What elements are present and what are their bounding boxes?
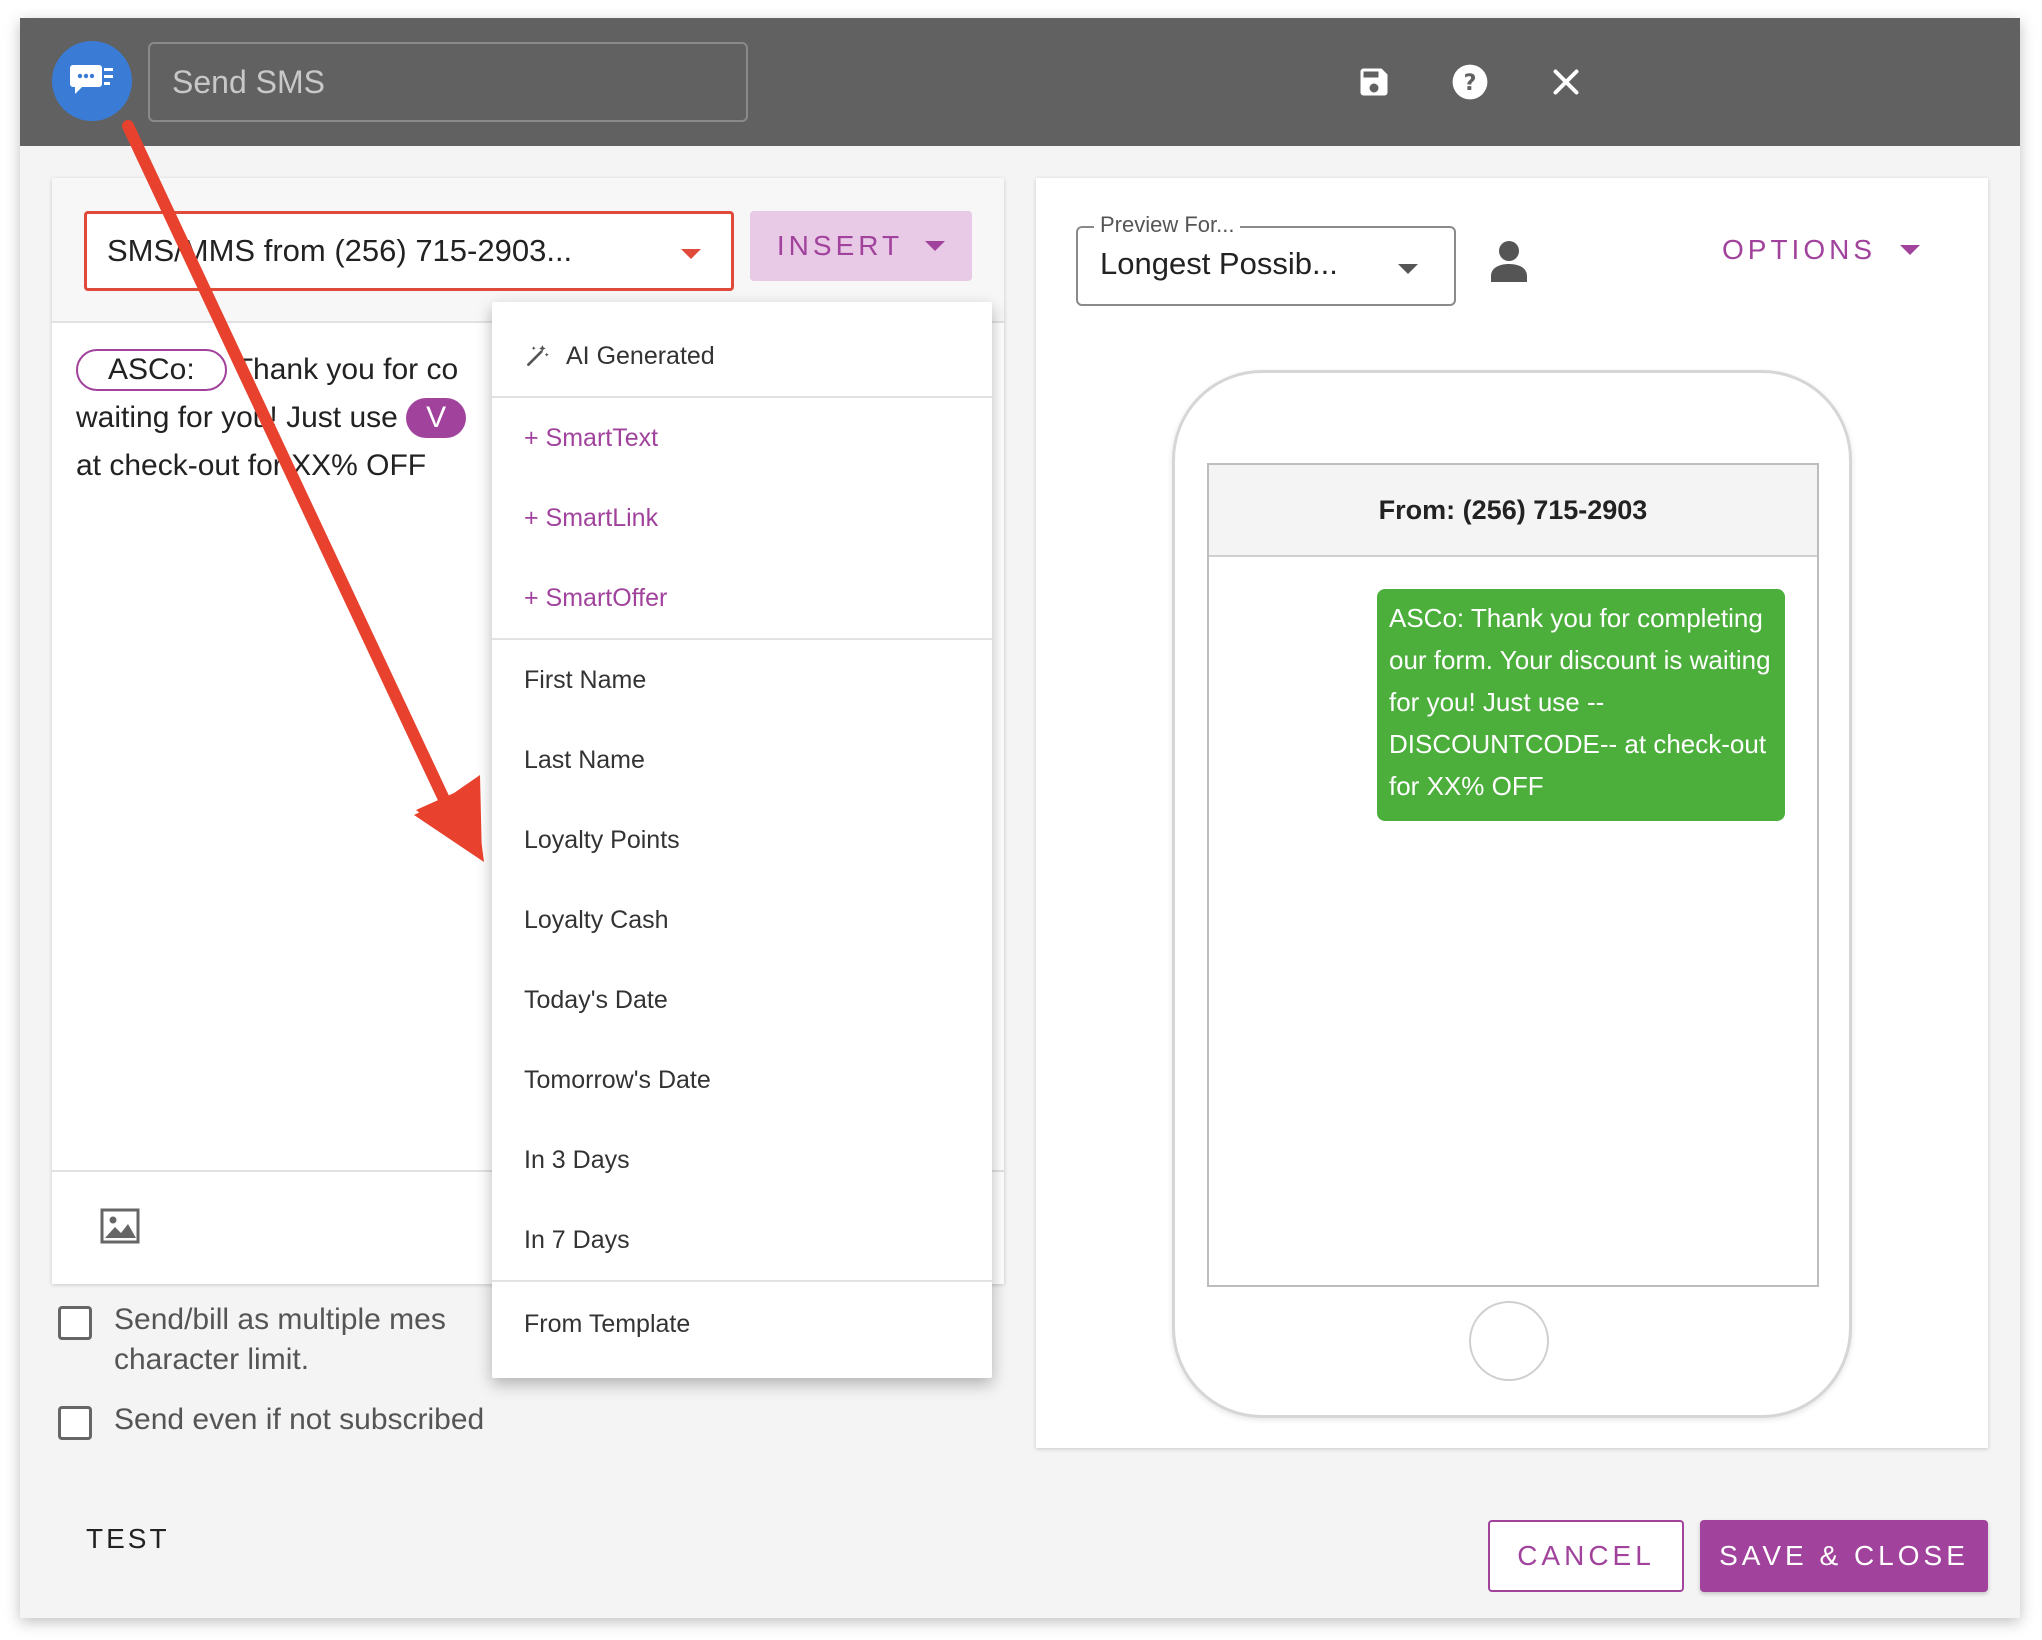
options-button[interactable]: OPTIONS — [1722, 230, 1921, 270]
svg-text:?: ? — [1464, 70, 1477, 96]
menu-divider — [492, 1280, 992, 1282]
menu-item-smarttext[interactable]: + SmartText — [492, 398, 992, 478]
save-icon[interactable] — [1342, 50, 1406, 114]
smarttext-chip[interactable]: ASCo: — [76, 349, 227, 391]
close-icon[interactable] — [1534, 50, 1598, 114]
menu-item-todays-date[interactable]: Today's Date — [492, 960, 992, 1040]
phone-preview: From: (256) 715-2903 ASCo: Thank you for… — [1172, 370, 1852, 1418]
not-subscribed-option[interactable]: Send even if not subscribed — [58, 1400, 484, 1440]
menu-item-in-7-days[interactable]: In 7 Days — [492, 1200, 992, 1280]
options-label: OPTIONS — [1722, 234, 1877, 265]
test-button[interactable]: TEST — [86, 1523, 170, 1555]
save-close-button[interactable]: SAVE & CLOSE — [1700, 1520, 1988, 1592]
chevron-down-icon — [925, 241, 946, 251]
menu-item-smartlink[interactable]: + SmartLink — [492, 478, 992, 558]
sender-select-value: SMS/MMS from (256) 715-2903... — [107, 233, 573, 268]
menu-item-label: AI Generated — [566, 341, 715, 370]
message-line: ASCo: Thank you for co — [76, 346, 496, 394]
dialog-title-input[interactable] — [148, 42, 748, 122]
message-body[interactable]: ASCo: Thank you for co waiting for you! J… — [76, 346, 496, 490]
chevron-down-icon — [681, 249, 701, 259]
checkbox-label: Send even if not subscribed — [114, 1403, 485, 1436]
from-header: From: (256) 715-2903 — [1209, 465, 1817, 557]
magic-wand-icon — [527, 345, 549, 366]
checkbox-label: character limit. — [114, 1343, 310, 1376]
menu-item-ai-generated[interactable]: AI Generated — [492, 316, 992, 396]
image-icon[interactable] — [100, 1208, 140, 1244]
chevron-down-icon — [1900, 245, 1921, 255]
preview-card: Preview For... Longest Possib... OPTIONS… — [1036, 178, 1988, 1448]
preview-for-label: Preview For... — [1094, 212, 1241, 238]
dialog-header: ? — [20, 18, 2020, 146]
phone-screen: From: (256) 715-2903 ASCo: Thank you for… — [1207, 463, 1819, 1287]
help-icon[interactable]: ? — [1438, 50, 1502, 114]
not-subscribed-checkbox[interactable] — [58, 1406, 92, 1440]
chevron-down-icon — [1398, 264, 1418, 274]
sms-chat-icon — [52, 41, 132, 121]
multi-message-option[interactable]: Send/bill as multiple mes character limi… — [58, 1300, 446, 1380]
menu-item-first-name[interactable]: First Name — [492, 640, 992, 720]
send-sms-dialog: ? SMS/MMS from (256) 715-2903... INSERT … — [20, 18, 2020, 1618]
menu-item-smartoffer[interactable]: + SmartOffer — [492, 558, 992, 638]
sender-select[interactable]: SMS/MMS from (256) 715-2903... — [84, 211, 734, 291]
menu-item-last-name[interactable]: Last Name — [492, 720, 992, 800]
multi-message-checkbox[interactable] — [58, 1306, 92, 1340]
message-line: at check-out for XX% OFF — [76, 449, 427, 482]
menu-item-loyalty-points[interactable]: Loyalty Points — [492, 800, 992, 880]
preview-for-select[interactable]: Preview For... Longest Possib... — [1076, 212, 1456, 306]
insert-label: INSERT — [776, 230, 904, 261]
menu-item-in-3-days[interactable]: In 3 Days — [492, 1120, 992, 1200]
checkbox-label: Send/bill as multiple mes — [114, 1303, 446, 1336]
message-line: waiting for you! Just use V — [76, 394, 496, 442]
menu-item-loyalty-cash[interactable]: Loyalty Cash — [492, 880, 992, 960]
cancel-button[interactable]: CANCEL — [1488, 1520, 1684, 1592]
insert-dropdown-menu: AI Generated + SmartText + SmartLink + S… — [492, 302, 992, 1378]
menu-item-from-template[interactable]: From Template — [492, 1284, 992, 1364]
person-icon[interactable] — [1490, 240, 1528, 282]
message-bubble: ASCo: Thank you for completing our form.… — [1377, 589, 1785, 821]
phone-home-button — [1469, 1301, 1549, 1381]
smartoffer-chip[interactable]: V — [406, 398, 467, 438]
insert-button[interactable]: INSERT — [750, 211, 972, 281]
preview-for-value: Longest Possib... — [1100, 246, 1338, 281]
menu-item-tomorrows-date[interactable]: Tomorrow's Date — [492, 1040, 992, 1120]
